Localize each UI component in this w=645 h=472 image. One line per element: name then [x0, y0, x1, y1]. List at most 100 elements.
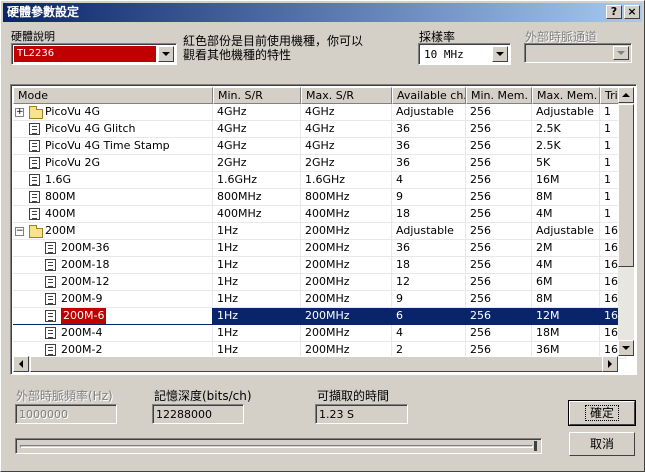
table-cell: 200MHz	[301, 291, 392, 308]
document-icon	[29, 174, 40, 186]
table-row[interactable]: −200M 1Hz 200MHz Adjustable 256 Adjustable 16	[13, 223, 626, 240]
table-row[interactable]: 400M 400MHz 400MHz 18 256 4M 1	[13, 206, 626, 223]
table-cell: 256	[466, 155, 532, 172]
scroll-right-button[interactable]	[602, 356, 618, 372]
column-header[interactable]: Mode	[13, 87, 213, 104]
table-row[interactable]: 200M-18 1Hz 200MHz 18 256 4M 16	[13, 257, 626, 274]
ext-clock-channel-select[interactable]	[524, 43, 632, 63]
document-icon	[29, 208, 40, 220]
column-header[interactable]: Min. S/R	[213, 87, 301, 104]
column-header[interactable]: Available ch.	[392, 87, 466, 104]
arrow-left-icon	[19, 360, 23, 368]
table-cell: 1Hz	[213, 308, 301, 325]
ok-button[interactable]: 確定	[568, 400, 636, 426]
document-icon	[29, 191, 40, 203]
collapse-icon[interactable]: −	[15, 227, 24, 236]
table-cell: 36	[392, 240, 466, 257]
cancel-button[interactable]: 取消	[569, 432, 635, 456]
mode-name: PicoVu 4G	[45, 105, 100, 118]
ext-clock-freq-label: 外部時脈頻率(Hz)	[16, 389, 113, 403]
table-row[interactable]: 200M-12 1Hz 200MHz 12 256 6M 16	[13, 274, 626, 291]
expand-icon[interactable]: +	[15, 108, 24, 117]
table-row[interactable]: 800M 800MHz 800MHz 9 256 8M 1	[13, 189, 626, 206]
column-header[interactable]: Max. Mem.	[532, 87, 600, 104]
horizontal-scroll-thumb[interactable]	[30, 356, 618, 372]
table-row[interactable]: PicoVu 2G 2GHz 2GHz 36 256 5K 1	[13, 155, 626, 172]
hardware-dropdown-button[interactable]	[158, 46, 174, 62]
table-cell: 256	[466, 325, 532, 342]
window-title: 硬體參數設定	[7, 5, 80, 19]
column-header[interactable]: Max. S/R	[301, 87, 392, 104]
table-cell: 36	[392, 155, 466, 172]
table-cell: 4GHz	[213, 138, 301, 155]
mode-cell: PicoVu 2G	[13, 155, 213, 172]
ext-clock-channel-dropdown-button[interactable]	[613, 46, 629, 60]
document-icon	[45, 327, 56, 339]
table-row[interactable]: 200M-9 1Hz 200MHz 9 256 8M 16	[13, 291, 626, 308]
table-cell: 12M	[532, 308, 600, 325]
table-cell: 4M	[532, 206, 600, 223]
folder-icon	[29, 106, 43, 119]
scroll-down-button[interactable]	[618, 340, 634, 356]
table-row[interactable]: PicoVu 4G Glitch 4GHz 4GHz 36 256 2.5K 1	[13, 121, 626, 138]
help-button[interactable]: ?	[606, 5, 622, 19]
table-cell: 8M	[532, 291, 600, 308]
ext-clock-freq-value: 1000000	[19, 408, 68, 421]
mode-name: 200M-4	[61, 326, 103, 339]
table-cell: Adjustable	[392, 223, 466, 240]
arrow-up-icon	[622, 93, 630, 97]
table-cell: 1Hz	[213, 291, 301, 308]
scroll-up-button[interactable]	[618, 87, 634, 103]
document-icon	[45, 310, 56, 322]
table-row[interactable]: 200M-36 1Hz 200MHz 36 256 2M 16	[13, 240, 626, 257]
mode-cell: 800M	[13, 189, 213, 206]
vertical-scrollbar[interactable]	[618, 87, 634, 356]
chevron-down-icon	[162, 52, 170, 56]
table-cell: 36	[392, 138, 466, 155]
table-cell: 400MHz	[213, 206, 301, 223]
mode-cell: − 200M	[13, 223, 213, 240]
table-row[interactable]: + PicoVu 4G 4GHz 4GHz Adjustable 256 Adjustabl…	[13, 104, 626, 121]
sample-rate-select[interactable]: 10 MHz	[418, 43, 511, 65]
close-button[interactable]: ×	[624, 5, 640, 19]
mode-name: PicoVu 2G	[45, 156, 100, 169]
table-cell: 4GHz	[213, 121, 301, 138]
table-row[interactable]: 1.6G 1.6GHz 1.6GHz 4 256 16M 1	[13, 172, 626, 189]
table-row[interactable]: PicoVu 4G Time Stamp 4GHz 4GHz 36 256 2.5K 1	[13, 138, 626, 155]
sample-rate-value: 10 MHz	[424, 48, 464, 61]
mode-table: Mode Min. S/R Max. S/R Available ch. Min. Me…	[10, 84, 637, 375]
mode-name: 400M	[45, 207, 76, 220]
table-cell: 4M	[532, 257, 600, 274]
table-cell: 1Hz	[213, 274, 301, 291]
slider-thumb[interactable]	[534, 441, 537, 451]
table-cell: 1.6GHz	[301, 172, 392, 189]
table-cell: 200MHz	[301, 274, 392, 291]
table-row[interactable]: 200M-4 1Hz 200MHz 4 256 18M 16	[13, 325, 626, 342]
mode-name: 200M-36	[61, 241, 110, 254]
ext-clock-freq-field[interactable]: 1000000	[15, 404, 117, 424]
table-cell: 256	[466, 240, 532, 257]
memory-depth-field: 12288000	[152, 404, 244, 424]
document-icon	[45, 276, 56, 288]
scroll-left-button[interactable]	[13, 356, 29, 372]
horizontal-scrollbar[interactable]	[13, 356, 618, 372]
table-cell: 256	[466, 257, 532, 274]
table-row[interactable]: 200M-6 1Hz 200MHz 6 256 12M 16	[13, 308, 626, 325]
column-header[interactable]: Min. Mem.	[466, 87, 532, 104]
capture-time-field: 1.23 S	[315, 404, 408, 424]
slider-track	[20, 445, 533, 448]
hardware-select[interactable]: TL2236	[11, 43, 177, 65]
hardware-note-line2: 觀看其他機種的特性	[183, 48, 292, 62]
table-cell: 200MHz	[301, 223, 392, 240]
table-cell: 12	[392, 274, 466, 291]
table-cell: 256	[466, 172, 532, 189]
mode-cell: 200M-12	[13, 274, 213, 291]
memory-depth-label: 記憶深度(bits/ch)	[154, 389, 252, 403]
sample-rate-dropdown-button[interactable]	[492, 46, 508, 62]
table-cell: 4	[392, 172, 466, 189]
table-cell: 256	[466, 291, 532, 308]
slider[interactable]	[15, 438, 542, 454]
vertical-scroll-thumb[interactable]	[618, 104, 634, 267]
mode-name: 200M-12	[61, 275, 110, 288]
table-cell: 256	[466, 121, 532, 138]
